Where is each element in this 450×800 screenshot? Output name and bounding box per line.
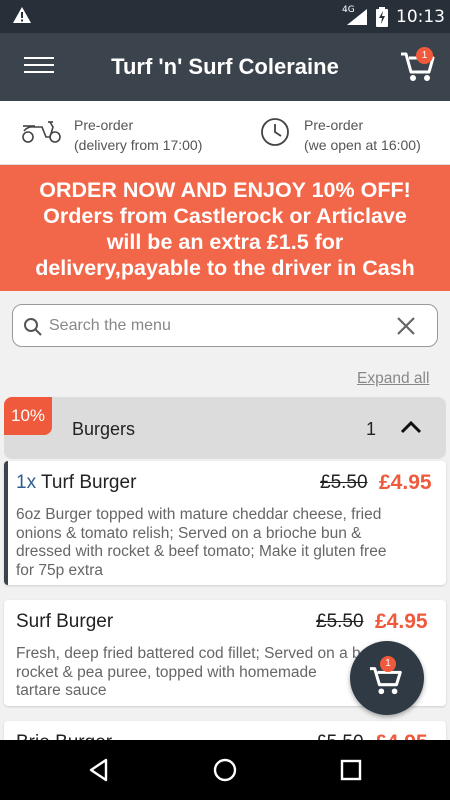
system-navigation-bar xyxy=(0,740,450,800)
status-bar: 4G 10:13 xyxy=(0,0,450,33)
chevron-up-icon[interactable] xyxy=(400,420,422,434)
home-icon[interactable] xyxy=(212,757,238,783)
opening-info: Pre-order (we open at 16:00) xyxy=(260,115,421,155)
search-box xyxy=(12,304,438,347)
opening-status-label: Pre-order xyxy=(304,117,364,133)
promo-line: will be an extra £1.5 for xyxy=(106,230,344,254)
delivery-time-label: (delivery from 17:00) xyxy=(74,137,203,153)
item-name: 1x Turf Burger xyxy=(16,472,137,493)
item-original-price: £5.50 xyxy=(320,472,368,493)
delivery-info: Pre-order (delivery from 17:00) xyxy=(20,115,202,155)
promo-banner: ORDER NOW AND ENJOY 10% OFF! Orders from… xyxy=(0,165,450,291)
cart-count-badge: 1 xyxy=(380,656,396,672)
clock-icon xyxy=(261,118,289,146)
app-bar: Turf 'n' Surf Coleraine 1 xyxy=(0,33,450,101)
category-header-burgers[interactable]: 10% Burgers 1 xyxy=(4,397,446,459)
page-title: Turf 'n' Surf Coleraine xyxy=(111,54,339,79)
recent-apps-icon[interactable] xyxy=(338,757,364,783)
floating-cart-button[interactable]: 1 xyxy=(350,641,424,715)
order-info-bar: Pre-order (delivery from 17:00) Pre-orde… xyxy=(0,101,450,165)
clear-search-icon[interactable] xyxy=(396,316,416,336)
cart-count-badge: 1 xyxy=(416,47,433,64)
category-name: Burgers xyxy=(72,419,136,439)
signal-icon xyxy=(347,9,367,25)
item-original-price: £5.50 xyxy=(316,611,364,632)
menu-item-turf-burger[interactable]: 1x Turf Burger £5.50 £4.95 6oz Burger to… xyxy=(4,461,446,585)
delivery-status-label: Pre-order xyxy=(74,117,134,133)
search-icon xyxy=(24,318,42,336)
category-item-count: 1 xyxy=(366,419,377,439)
promo-line: Orders from Castlerock or Articlave xyxy=(43,204,407,228)
discount-badge: 10% xyxy=(4,397,52,435)
opening-time-label: (we open at 16:00) xyxy=(304,137,421,153)
item-description: 6oz Burger topped with mature cheddar ch… xyxy=(16,506,387,579)
cart-button[interactable]: 1 xyxy=(398,45,438,85)
item-price: £4.95 xyxy=(375,610,428,633)
back-icon[interactable] xyxy=(86,757,112,783)
warning-icon xyxy=(13,7,31,23)
status-time: 10:13 xyxy=(396,7,445,27)
expand-all-link[interactable]: Expand all xyxy=(357,370,429,388)
battery-charging-icon xyxy=(376,7,388,27)
item-quantity: 1x xyxy=(16,472,37,493)
item-name: Surf Burger xyxy=(16,611,114,632)
item-price: £4.95 xyxy=(379,471,432,494)
promo-line: delivery,payable to the driver in Cash xyxy=(35,256,415,280)
promo-line: ORDER NOW AND ENJOY 10% OFF! xyxy=(39,178,411,202)
search-input[interactable] xyxy=(49,314,379,338)
scooter-icon xyxy=(22,121,61,143)
